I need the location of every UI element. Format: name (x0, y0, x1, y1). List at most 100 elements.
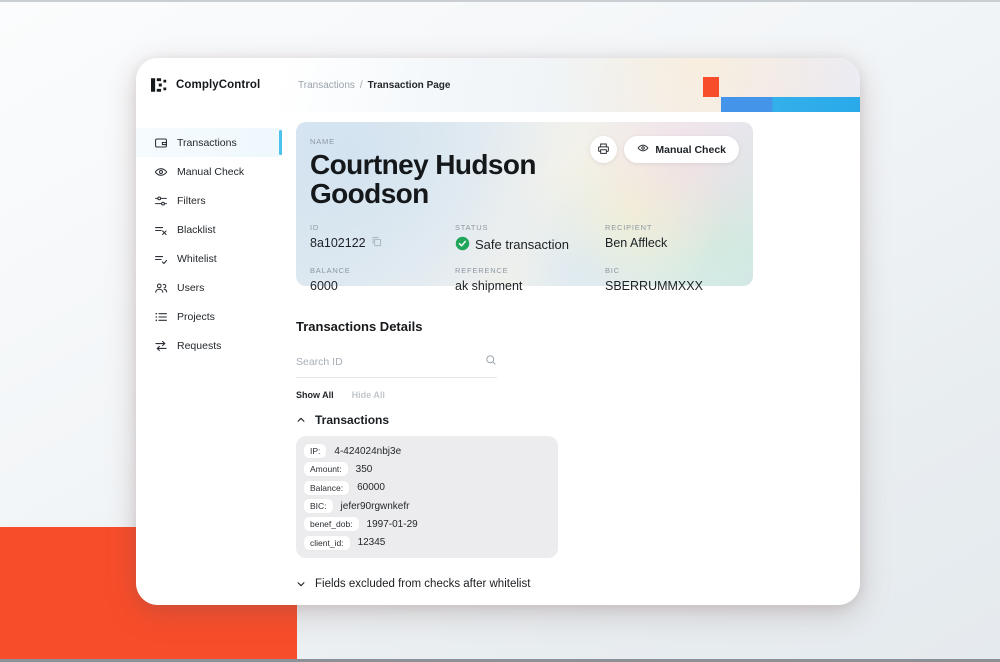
sidebar-item-users[interactable]: Users (136, 273, 282, 302)
sidebar-item-transactions[interactable]: Transactions (136, 128, 282, 157)
field-reference: REFERENCE ak shipment (455, 266, 605, 293)
field-value: 60000 (357, 482, 385, 493)
whitelist-excluded-section-toggle[interactable]: Fields excluded from checks after whitel… (296, 578, 846, 590)
sidebar-item-blacklist[interactable]: Blacklist (136, 215, 282, 244)
top-header-band: Transactions / Transaction Page (282, 58, 860, 112)
manual-check-label: Manual Check (655, 144, 726, 156)
bic-value: SBERRUMMXXX (605, 279, 703, 293)
search-input[interactable] (296, 356, 485, 368)
sidebar-item-label: Blacklist (177, 224, 216, 236)
sidebar-item-label: Whitelist (177, 253, 217, 265)
field-balance: BALANCE 6000 (310, 266, 455, 293)
sidebar-nav: Transactions Manual Check Filters Blackl… (136, 128, 282, 360)
field-label: RECIPIENT (605, 223, 739, 232)
balance-value: 6000 (310, 279, 338, 293)
show-hide-controls: Show All Hide All (296, 390, 846, 400)
decor-blue-bar (721, 97, 860, 112)
section-title: Fields excluded from checks after whitel… (315, 578, 530, 590)
sidebar-item-label: Filters (177, 195, 206, 207)
field-key-chip: client_id: (304, 536, 350, 550)
hero-actions: Manual Check (590, 136, 739, 163)
table-row: BIC: jefer90rgwnkefr (304, 497, 550, 515)
sidebar-item-label: Projects (177, 311, 215, 323)
manual-check-button[interactable]: Manual Check (624, 136, 739, 163)
field-label: BALANCE (310, 266, 455, 275)
app-window: Transactions / Transaction Page ComplyCo… (136, 58, 860, 605)
list-x-icon (153, 222, 168, 237)
status-text: Safe transaction (475, 237, 569, 252)
sidebar-item-filters[interactable]: Filters (136, 186, 282, 215)
main-content: NAME Courtney Hudson Goodson Manual Chec… (282, 112, 860, 605)
window-top-border (0, 0, 1000, 2)
print-button[interactable] (590, 136, 617, 163)
sidebar: ComplyControl Transactions Manual Check … (136, 58, 282, 605)
transaction-hero-card: NAME Courtney Hudson Goodson Manual Chec… (296, 122, 753, 286)
transactions-section-toggle[interactable]: Transactions (296, 413, 846, 427)
field-value: jefer90rgwnkefr (341, 501, 410, 512)
chevron-up-icon (296, 415, 306, 425)
table-row: benef_dob: 1997-01-29 (304, 515, 550, 533)
hide-all-link[interactable]: Hide All (352, 390, 385, 400)
sidebar-item-label: Users (177, 282, 204, 294)
sidebar-item-label: Manual Check (177, 166, 244, 178)
field-label: ID (310, 223, 455, 232)
breadcrumb-separator: / (360, 80, 363, 91)
list-check-icon (153, 251, 168, 266)
eye-icon (637, 142, 649, 157)
copy-icon[interactable] (371, 236, 382, 250)
field-status: STATUS Safe transaction (455, 223, 605, 254)
brand-logo[interactable]: ComplyControl (136, 58, 282, 92)
transaction-fields-panel: IP: 4-424024nbj3e Amount: 350 Balance: 6… (296, 436, 558, 558)
users-icon (153, 280, 168, 295)
field-key-chip: benef_dob: (304, 517, 359, 531)
field-label: STATUS (455, 223, 605, 232)
decor-orange-square (703, 77, 719, 97)
field-key-chip: IP: (304, 444, 326, 458)
field-key-chip: Balance: (304, 481, 349, 495)
transactions-details-section: Transactions Details Show All Hide All T… (296, 319, 846, 605)
reference-value: ak shipment (455, 279, 522, 293)
breadcrumb-parent[interactable]: Transactions (298, 80, 355, 91)
details-title: Transactions Details (296, 319, 846, 334)
field-bic: BIC SBERRUMMXXX (605, 266, 739, 293)
field-value: 4-424024nbj3e (334, 446, 401, 457)
field-value: 350 (356, 464, 373, 475)
sidebar-item-projects[interactable]: Projects (136, 302, 282, 331)
field-id: ID 8a102122 (310, 223, 455, 254)
hero-field-grid: ID 8a102122 STATUS Safe transacti (310, 223, 739, 293)
transaction-person-name: Courtney Hudson Goodson (310, 150, 610, 209)
sidebar-item-manual-check[interactable]: Manual Check (136, 157, 282, 186)
field-recipient: RECIPIENT Ben Affleck (605, 223, 739, 254)
field-value-id: 8a102122 (310, 236, 366, 250)
sidebar-item-label: Requests (177, 340, 221, 352)
show-all-link[interactable]: Show All (296, 390, 334, 400)
search-icon[interactable] (485, 353, 497, 371)
field-label: BIC (605, 266, 739, 275)
printer-icon (597, 142, 610, 158)
chevron-down-icon (296, 579, 306, 589)
field-label: REFERENCE (455, 266, 605, 275)
field-value: 1997-01-29 (367, 519, 418, 530)
status-safe-icon (455, 236, 470, 254)
sidebar-item-whitelist[interactable]: Whitelist (136, 244, 282, 273)
sliders-icon (153, 193, 168, 208)
breadcrumb-current: Transaction Page (368, 80, 451, 91)
brand-name: ComplyControl (176, 79, 260, 91)
field-key-chip: BIC: (304, 499, 333, 513)
swap-arrows-icon (153, 338, 168, 353)
transactions-icon (153, 135, 168, 150)
table-row: Amount: 350 (304, 460, 550, 478)
field-value: 12345 (358, 537, 386, 548)
sidebar-item-requests[interactable]: Requests (136, 331, 282, 360)
sidebar-item-label: Transactions (177, 137, 237, 149)
breadcrumb: Transactions / Transaction Page (298, 80, 450, 91)
field-key-chip: Amount: (304, 462, 348, 476)
complycontrol-logo-icon (151, 78, 169, 92)
eye-icon (153, 164, 168, 179)
table-row: Balance: 60000 (304, 479, 550, 497)
search-field (296, 353, 497, 378)
table-row: IP: 4-424024nbj3e (304, 442, 550, 460)
list-icon (153, 309, 168, 324)
table-row: client_id: 12345 (304, 533, 550, 551)
section-title: Transactions (315, 413, 389, 427)
